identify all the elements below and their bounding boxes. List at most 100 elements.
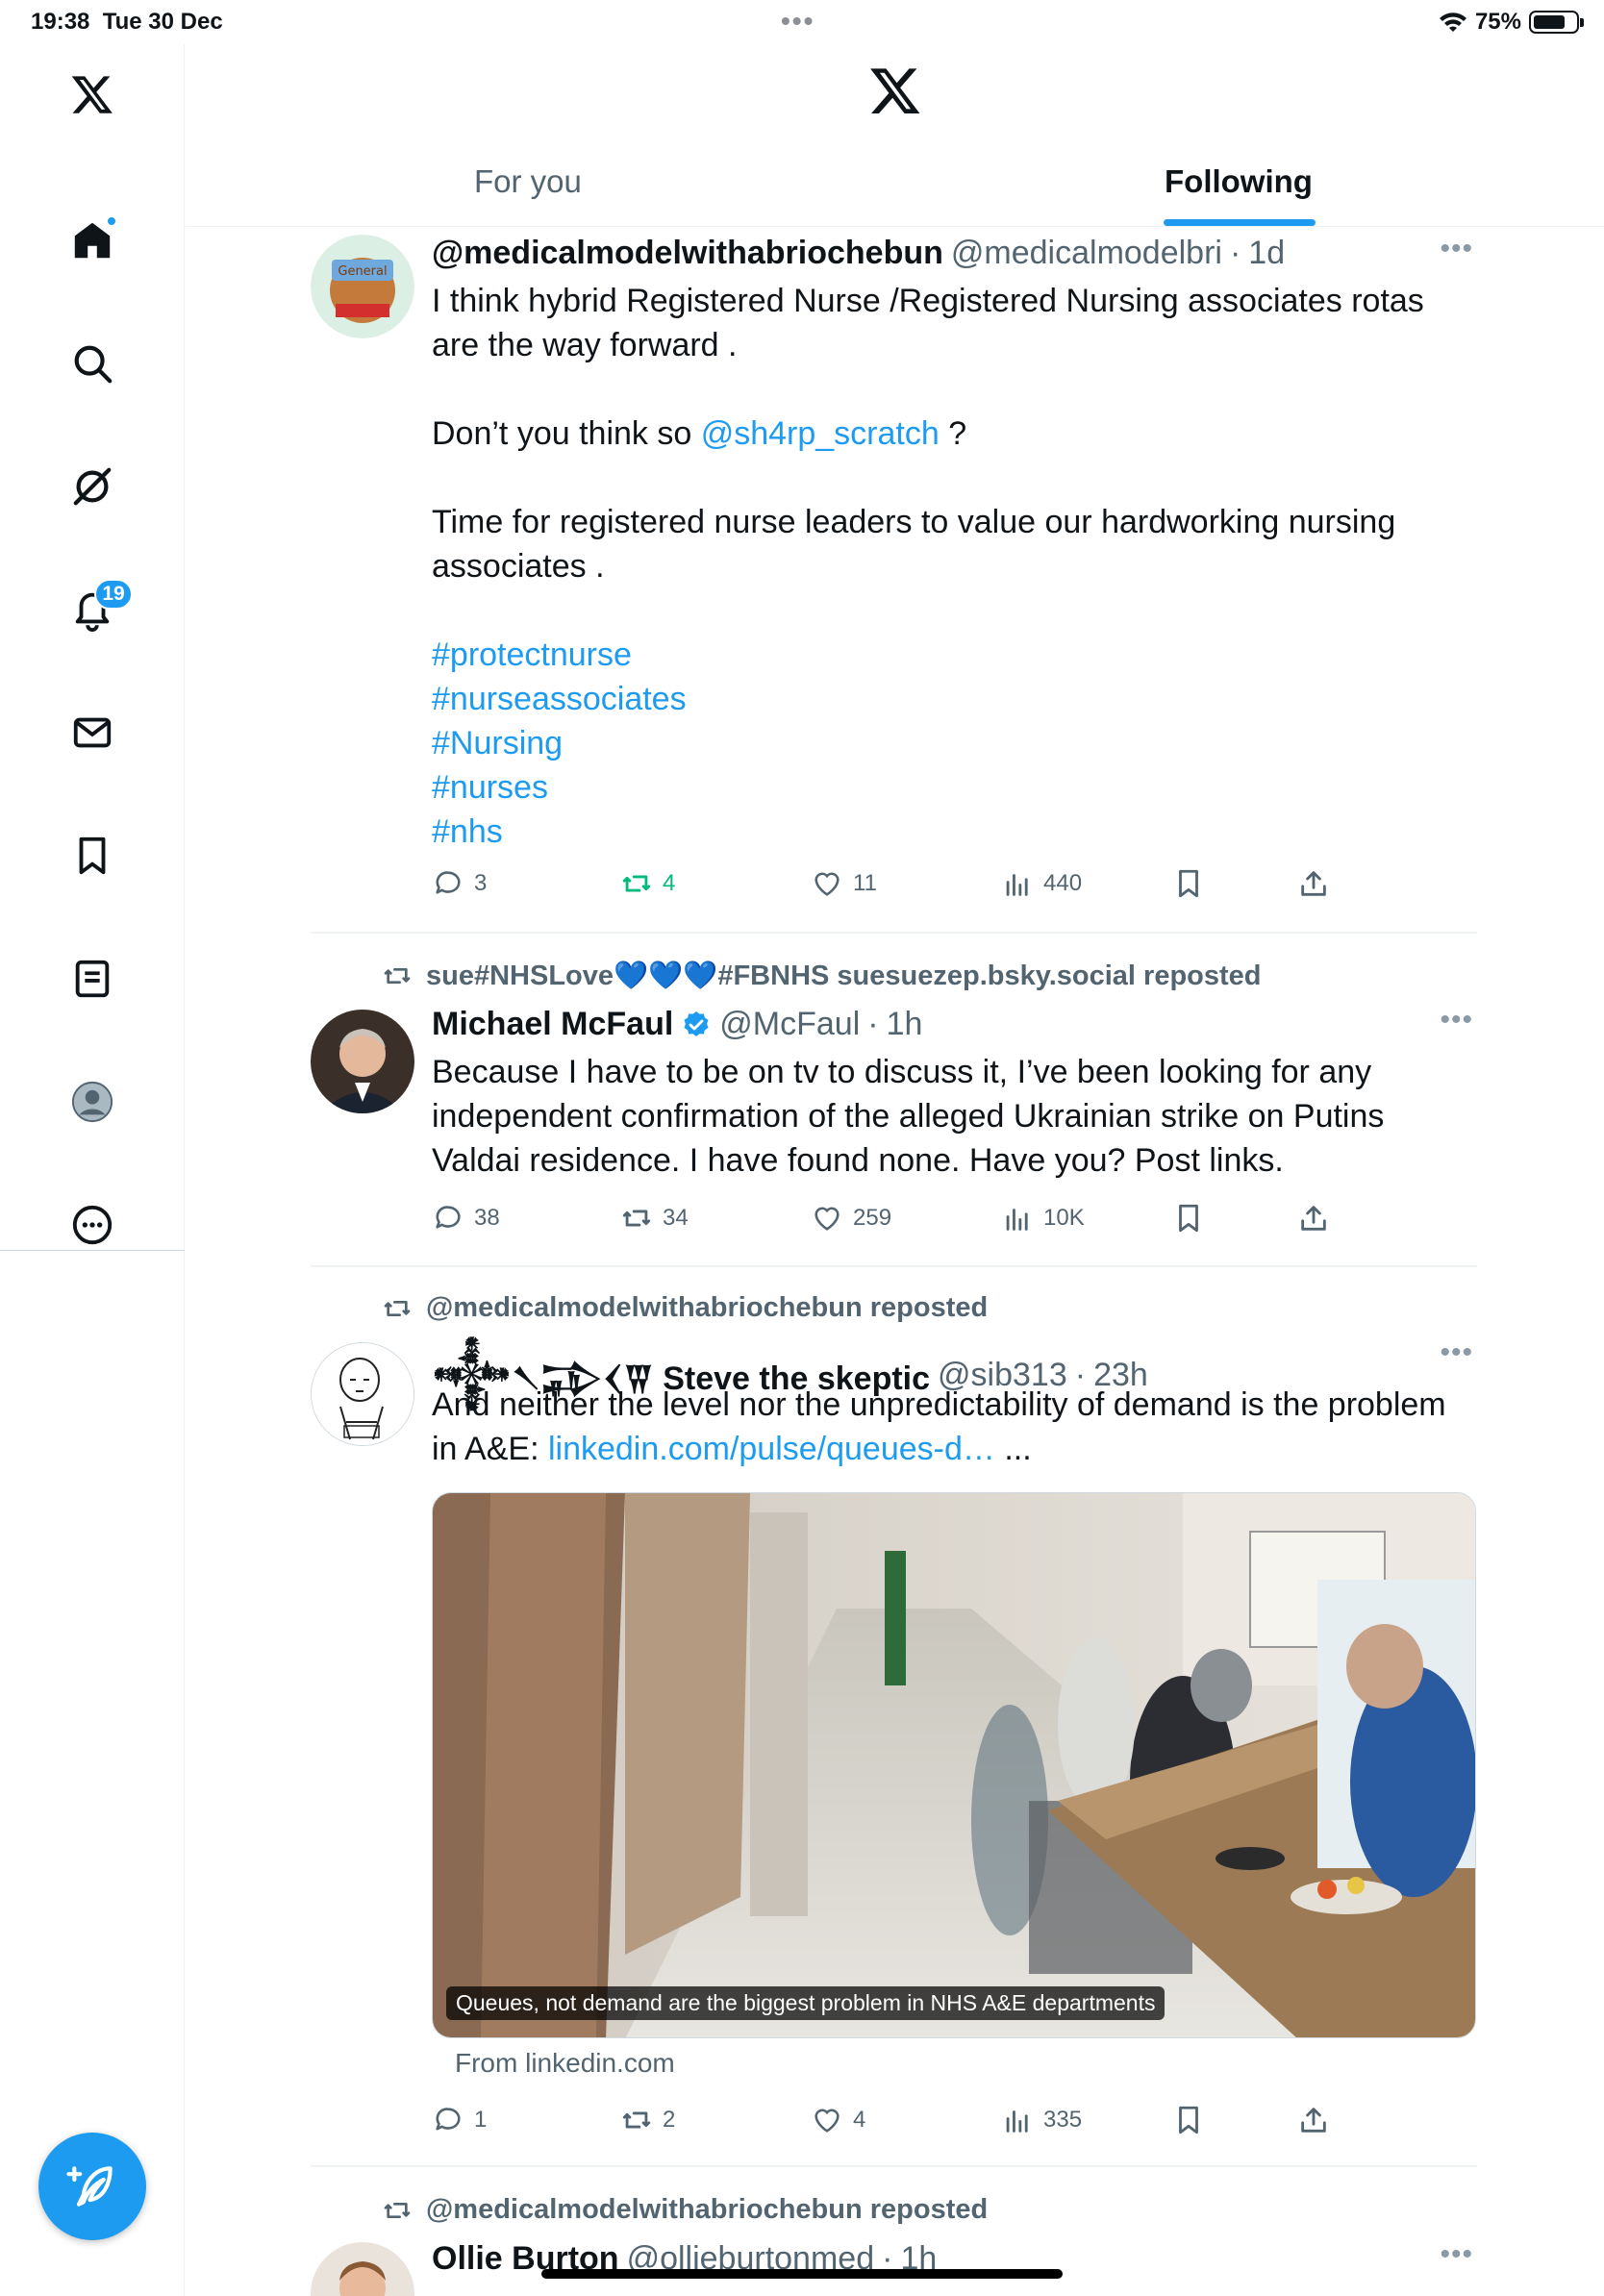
- like-button[interactable]: 259: [811, 1202, 891, 1235]
- avatar[interactable]: [311, 2242, 414, 2296]
- bookmark-icon: [1179, 1204, 1198, 1233]
- views-button[interactable]: 10K: [1001, 1202, 1085, 1235]
- more-options-icon[interactable]: •••: [1440, 1004, 1473, 1036]
- reply-button[interactable]: 38: [432, 1202, 500, 1235]
- post-actions: 1 2 4 335: [432, 2104, 1480, 2142]
- post-text: Because I have to be on tv to discuss it…: [432, 1054, 1385, 1179]
- hashtag-link[interactable]: #nurses: [432, 765, 1480, 810]
- post-author-line: @medicalmodelwithabriochebun @medicalmod…: [432, 235, 1285, 272]
- hashtag-link[interactable]: #Nursing: [432, 721, 1480, 765]
- author-name[interactable]: Michael McFaul: [432, 1006, 673, 1043]
- repost-icon: [384, 2202, 411, 2218]
- profile-icon[interactable]: [54, 1063, 131, 1140]
- post-divider: [311, 2165, 1477, 2167]
- reply-icon: [436, 2108, 461, 2131]
- link-card-image[interactable]: Queues, not demand are the biggest probl…: [432, 1492, 1476, 2038]
- messages-icon[interactable]: [54, 694, 131, 771]
- reply-icon: [436, 871, 461, 894]
- post-time[interactable]: 1d: [1248, 235, 1285, 272]
- compose-button[interactable]: [38, 2133, 146, 2240]
- avatar[interactable]: [311, 1010, 414, 1113]
- repost-context[interactable]: sue#NHSLove💙💙💙#FBNHS suesuezep.bsky.soci…: [382, 960, 1262, 992]
- post-paragraph: Time for registered nurse leaders to val…: [432, 504, 1396, 585]
- external-link[interactable]: linkedin.com/pulse/queues-d…: [548, 1431, 995, 1467]
- home-unread-dot: [106, 215, 117, 227]
- more-options-icon[interactable]: •••: [1440, 1336, 1473, 1369]
- share-button[interactable]: [1297, 867, 1330, 900]
- views-icon: [1006, 2110, 1028, 2133]
- post-text: And neither the level nor the unpredicta…: [432, 1386, 1446, 1467]
- hashtag-link[interactable]: #protectnurse: [432, 633, 1480, 677]
- views-icon: [1006, 1209, 1028, 1231]
- repost-context[interactable]: @medicalmodelwithabriochebun reposted: [382, 1292, 988, 1324]
- bookmark-button[interactable]: [1172, 2104, 1205, 2136]
- status-bar: 19:38 Tue 30 Dec ••• 75%: [0, 0, 1604, 44]
- views-button[interactable]: 335: [1001, 2104, 1082, 2136]
- battery-percent: 75%: [1474, 9, 1521, 35]
- card-caption: Queues, not demand are the biggest probl…: [446, 1986, 1165, 2020]
- post-paragraph: Don’t you think so @sh4rp_scratch ?: [432, 415, 967, 452]
- compose-icon: [66, 2166, 113, 2207]
- post[interactable]: @medicalmodelwithabriochebun reposted 𒀱𒀹…: [311, 1292, 1477, 2138]
- share-icon: [1301, 871, 1326, 896]
- post-time[interactable]: 1h: [887, 1006, 923, 1043]
- share-button[interactable]: [1297, 2104, 1330, 2136]
- like-button[interactable]: 11: [811, 867, 877, 900]
- timeline-header: For you Following: [186, 44, 1604, 227]
- tab-for-you[interactable]: For you: [474, 163, 582, 200]
- post[interactable]: sue#NHSLove💙💙💙#FBNHS suesuezep.bsky.soci…: [311, 960, 1477, 1238]
- svg-text:General: General: [338, 264, 387, 279]
- heart-icon: [815, 1207, 840, 1231]
- repost-icon: [622, 1210, 651, 1227]
- post[interactable]: @medicalmodelwithabriochebun reposted Ol…: [311, 2194, 1477, 2296]
- like-button[interactable]: 4: [811, 2104, 865, 2136]
- home-icon[interactable]: [54, 202, 131, 279]
- repost-icon: [622, 875, 651, 892]
- post-divider: [311, 932, 1477, 934]
- repost-button[interactable]: 34: [620, 1202, 689, 1235]
- author-handle[interactable]: @medicalmodelbri: [951, 235, 1222, 272]
- post-actions: 3 4 11 440: [432, 867, 1480, 906]
- repost-context[interactable]: @medicalmodelwithabriochebun reposted: [382, 2194, 988, 2226]
- hashtag-link[interactable]: #nhs: [432, 810, 1480, 854]
- more-icon[interactable]: [54, 1186, 131, 1263]
- hashtag-link[interactable]: #nurseassociates: [432, 677, 1480, 721]
- post[interactable]: General @medicalmodelwithabriochebun @me…: [311, 233, 1480, 908]
- grok-icon[interactable]: [54, 448, 131, 525]
- home-indicator[interactable]: [541, 2269, 1063, 2279]
- author-handle[interactable]: @McFaul: [719, 1006, 860, 1043]
- repost-icon: [384, 968, 411, 984]
- bookmark-icon: [1179, 2106, 1198, 2134]
- tab-following[interactable]: Following: [1165, 163, 1313, 200]
- reply-icon: [436, 1206, 461, 1229]
- reply-button[interactable]: 3: [432, 867, 487, 900]
- search-icon[interactable]: [54, 325, 131, 402]
- author-name[interactable]: @medicalmodelwithabriochebun: [432, 235, 943, 272]
- views-button[interactable]: 440: [1001, 867, 1082, 900]
- share-icon: [1301, 2108, 1326, 2133]
- more-options-icon[interactable]: •••: [1440, 233, 1473, 265]
- status-right: 75%: [1439, 9, 1584, 36]
- avatar[interactable]: General: [311, 235, 414, 338]
- notifications-icon[interactable]: 19: [54, 571, 133, 648]
- avatar[interactable]: [311, 1342, 414, 1446]
- x-logo-icon[interactable]: [868, 63, 922, 117]
- verified-badge-icon: [684, 1011, 709, 1036]
- bookmark-button[interactable]: [1172, 867, 1205, 900]
- post-actions: 38 34 259 10K: [432, 1202, 1480, 1240]
- views-icon: [1006, 874, 1028, 896]
- bookmark-button[interactable]: [1172, 1202, 1205, 1235]
- mention-link[interactable]: @sh4rp_scratch: [701, 415, 940, 452]
- sidebar: 19: [0, 44, 185, 2296]
- repost-button[interactable]: 4: [620, 867, 675, 900]
- reply-button[interactable]: 1: [432, 2104, 487, 2136]
- more-options-icon[interactable]: •••: [1440, 2238, 1473, 2271]
- bookmarks-icon[interactable]: [54, 817, 131, 894]
- lists-icon[interactable]: [54, 940, 131, 1017]
- share-button[interactable]: [1297, 1202, 1330, 1235]
- hospital-corridor-image: [433, 1493, 1475, 2037]
- card-source[interactable]: From linkedin.com: [455, 2048, 675, 2079]
- multitasking-dots-icon[interactable]: •••: [781, 6, 815, 37]
- x-logo-icon[interactable]: [54, 56, 131, 133]
- repost-button[interactable]: 2: [620, 2104, 675, 2136]
